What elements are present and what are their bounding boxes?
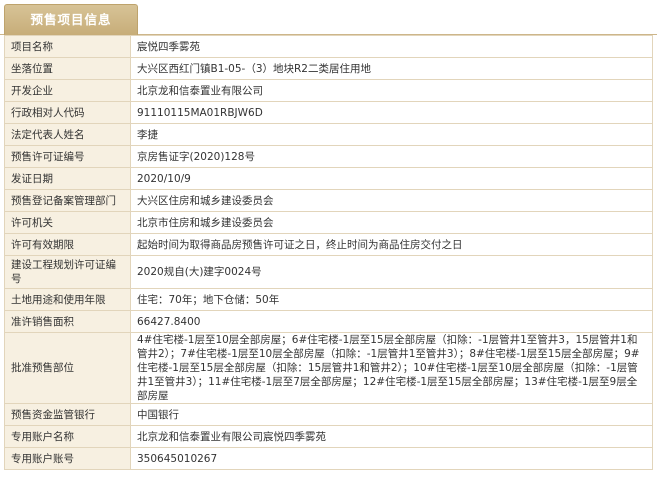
tab-presale-project-info[interactable]: 预售项目信息	[4, 4, 138, 35]
row-label: 专用账户账号	[4, 447, 131, 470]
row-value: 大兴区住房和城乡建设委员会	[130, 189, 653, 212]
table-row: 预售许可证编号 京房售证字(2020)128号	[4, 145, 653, 168]
row-label: 预售许可证编号	[4, 145, 131, 168]
row-label: 许可机关	[4, 211, 131, 234]
row-label: 准许销售面积	[4, 310, 131, 333]
table-row: 预售资金监管银行 中国银行	[4, 403, 653, 426]
row-value: 91110115MA01RBJW6D	[130, 101, 653, 124]
row-label: 许可有效期限	[4, 233, 131, 256]
table-row: 项目名称 宸悦四季雾苑	[4, 35, 653, 58]
table-row: 行政相对人代码 91110115MA01RBJW6D	[4, 101, 653, 124]
table-row: 专用账户名称 北京龙和信泰置业有限公司宸悦四季雾苑	[4, 425, 653, 448]
row-value: 北京龙和信泰置业有限公司	[130, 79, 653, 102]
row-label: 行政相对人代码	[4, 101, 131, 124]
row-value: 北京龙和信泰置业有限公司宸悦四季雾苑	[130, 425, 653, 448]
row-value: 起始时间为取得商品房预售许可证之日，终止时间为商品住房交付之日	[130, 233, 653, 256]
row-value: 中国银行	[130, 403, 653, 426]
row-label: 发证日期	[4, 167, 131, 190]
row-value: 李捷	[130, 123, 653, 146]
row-label: 坐落位置	[4, 57, 131, 80]
row-value: 京房售证字(2020)128号	[130, 145, 653, 168]
table-row: 准许销售面积 66427.8400	[4, 310, 653, 333]
table-row: 许可机关 北京市住房和城乡建设委员会	[4, 211, 653, 234]
row-value: 2020/10/9	[130, 167, 653, 190]
table-row: 法定代表人姓名 李捷	[4, 123, 653, 146]
table-row: 开发企业 北京龙和信泰置业有限公司	[4, 79, 653, 102]
row-value: 北京市住房和城乡建设委员会	[130, 211, 653, 234]
info-table: 项目名称 宸悦四季雾苑 坐落位置 大兴区西红门镇B1-05-（3）地块R2二类居…	[4, 35, 653, 470]
table-row: 土地用途和使用年限 住宅：70年；地下仓储：50年	[4, 288, 653, 311]
row-label: 批准预售部位	[4, 332, 131, 404]
table-row: 坐落位置 大兴区西红门镇B1-05-（3）地块R2二类居住用地	[4, 57, 653, 80]
table-row: 预售登记备案管理部门 大兴区住房和城乡建设委员会	[4, 189, 653, 212]
table-row: 许可有效期限 起始时间为取得商品房预售许可证之日，终止时间为商品住房交付之日	[4, 233, 653, 256]
row-value: 66427.8400	[130, 310, 653, 333]
row-label: 专用账户名称	[4, 425, 131, 448]
table-row: 发证日期 2020/10/9	[4, 167, 653, 190]
row-label: 开发企业	[4, 79, 131, 102]
row-value: 350645010267	[130, 447, 653, 470]
presale-info-panel: 预售项目信息 项目名称 宸悦四季雾苑 坐落位置 大兴区西红门镇B1-05-（3）…	[0, 0, 657, 486]
tab-bar: 预售项目信息	[0, 0, 657, 35]
row-value: 4#住宅楼-1层至10层全部房屋；6#住宅楼-1层至15层全部房屋（扣除：-1层…	[130, 332, 653, 404]
row-value: 大兴区西红门镇B1-05-（3）地块R2二类居住用地	[130, 57, 653, 80]
row-value: 住宅：70年；地下仓储：50年	[130, 288, 653, 311]
row-label: 土地用途和使用年限	[4, 288, 131, 311]
row-label: 项目名称	[4, 35, 131, 58]
row-label: 建设工程规划许可证编号	[4, 255, 131, 289]
row-label: 法定代表人姓名	[4, 123, 131, 146]
row-label: 预售资金监管银行	[4, 403, 131, 426]
table-row: 批准预售部位 4#住宅楼-1层至10层全部房屋；6#住宅楼-1层至15层全部房屋…	[4, 332, 653, 404]
table-row: 建设工程规划许可证编号 2020规自(大)建字0024号	[4, 255, 653, 289]
row-value: 宸悦四季雾苑	[130, 35, 653, 58]
table-row: 专用账户账号 350645010267	[4, 447, 653, 470]
row-label: 预售登记备案管理部门	[4, 189, 131, 212]
row-value: 2020规自(大)建字0024号	[130, 255, 653, 289]
